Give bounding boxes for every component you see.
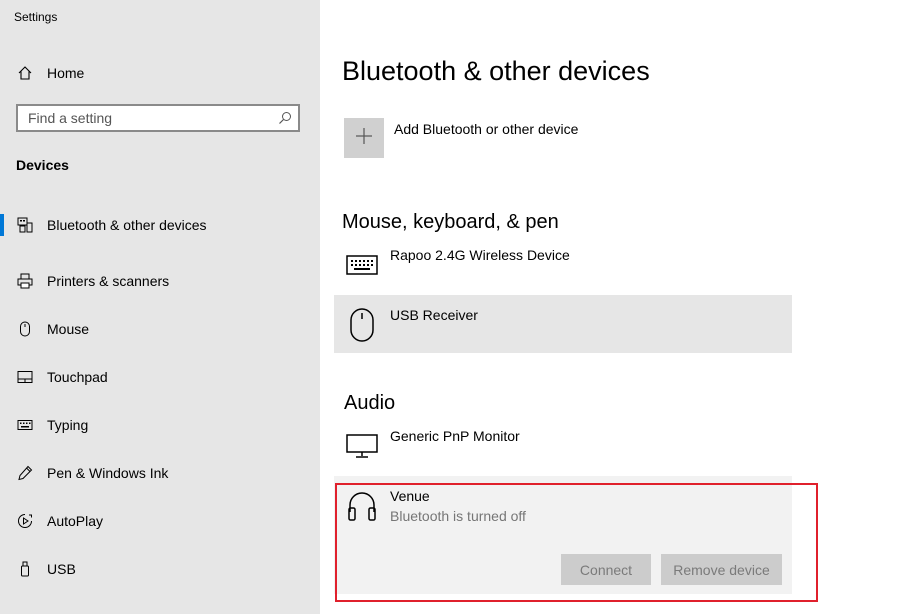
- usb-icon: [16, 560, 34, 578]
- search-input[interactable]: [18, 106, 268, 130]
- device-item-rapoo[interactable]: Rapoo 2.4G Wireless Device: [334, 235, 792, 293]
- monitor-icon: [344, 428, 380, 464]
- sidebar-item-typing[interactable]: Typing: [0, 401, 320, 449]
- mouse-icon: [344, 307, 380, 343]
- home-nav-item[interactable]: Home: [16, 62, 84, 84]
- connect-button[interactable]: Connect: [561, 554, 651, 585]
- home-icon: [16, 64, 34, 82]
- device-name: USB Receiver: [390, 307, 478, 323]
- sidebar-item-label: USB: [47, 561, 76, 577]
- plus-icon: [355, 127, 373, 150]
- sidebar-item-autoplay[interactable]: AutoPlay: [0, 497, 320, 545]
- sidebar-item-pen[interactable]: Pen & Windows Ink: [0, 449, 320, 497]
- touchpad-icon: [16, 368, 34, 386]
- add-device-button[interactable]: [344, 118, 384, 158]
- mouse-icon: [16, 320, 34, 338]
- mouse-keyboard-pen-heading: Mouse, keyboard, & pen: [342, 211, 559, 233]
- sidebar-item-printers[interactable]: Printers & scanners: [0, 257, 320, 305]
- sidebar-item-label: Touchpad: [47, 369, 108, 385]
- sidebar-item-label: AutoPlay: [47, 513, 104, 529]
- sidebar-item-label: Typing: [47, 417, 89, 433]
- headphones-icon: [344, 488, 380, 524]
- sidebar-item-mouse[interactable]: Mouse: [0, 305, 320, 353]
- sidebar-item-label: Pen & Windows Ink: [47, 465, 169, 481]
- bluetooth-devices-icon: [16, 216, 34, 234]
- device-item-generic-monitor[interactable]: Generic PnP Monitor: [334, 416, 792, 474]
- sidebar-item-label: Bluetooth & other devices: [47, 217, 207, 233]
- sidebar-nav: Bluetooth & other devices Printers & sca…: [0, 209, 320, 593]
- printer-icon: [16, 272, 34, 290]
- device-item-venue[interactable]: Venue Bluetooth is turned off Connect Re…: [334, 476, 792, 594]
- main-content: Bluetooth & other devices Add Bluetooth …: [320, 0, 915, 614]
- sidebar-item-label: Mouse: [47, 321, 90, 337]
- audio-heading: Audio: [344, 392, 396, 414]
- keyboard-icon: [344, 247, 380, 283]
- sidebar-item-label: Printers & scanners: [47, 273, 170, 289]
- devices-section-label: Devices: [16, 157, 69, 173]
- search-icon[interactable]: [278, 111, 292, 125]
- sidebar-item-usb[interactable]: USB: [0, 545, 320, 593]
- autoplay-icon: [16, 512, 34, 530]
- add-device-label[interactable]: Add Bluetooth or other device: [394, 121, 578, 137]
- sidebar: Settings Home Devices Bluetooth & other …: [0, 0, 320, 614]
- app-title: Settings: [14, 10, 58, 24]
- device-name: Generic PnP Monitor: [390, 428, 520, 444]
- device-name: Venue: [390, 488, 430, 504]
- pen-icon: [16, 464, 34, 482]
- device-status: Bluetooth is turned off: [390, 508, 526, 524]
- sidebar-item-touchpad[interactable]: Touchpad: [0, 353, 320, 401]
- device-item-usb-receiver[interactable]: USB Receiver: [334, 295, 792, 353]
- device-name: Rapoo 2.4G Wireless Device: [390, 247, 570, 263]
- remove-device-button[interactable]: Remove device: [661, 554, 782, 585]
- page-title: Bluetooth & other devices: [342, 56, 650, 86]
- search-box[interactable]: [16, 104, 300, 132]
- home-label: Home: [47, 65, 85, 81]
- keyboard-icon: [16, 416, 34, 434]
- sidebar-item-bluetooth[interactable]: Bluetooth & other devices: [0, 209, 320, 241]
